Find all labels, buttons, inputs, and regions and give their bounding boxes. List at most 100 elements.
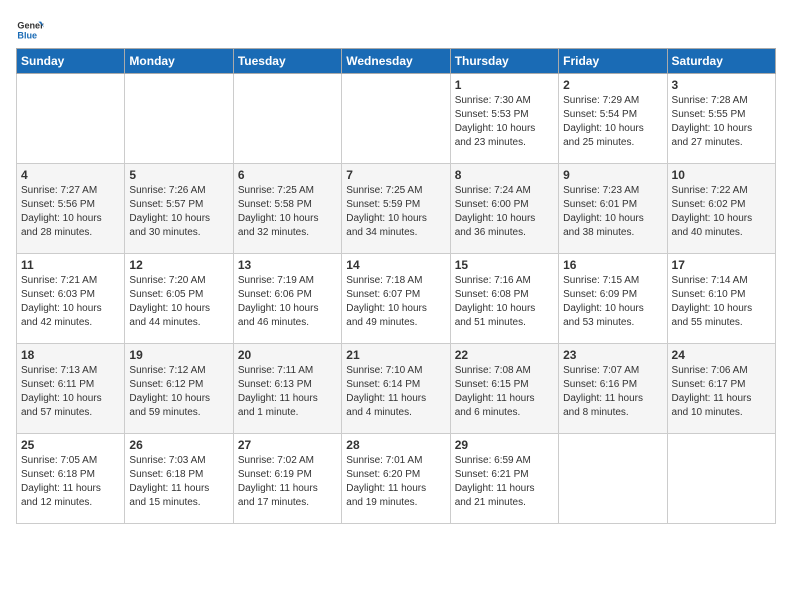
day-info: Sunrise: 7:02 AM Sunset: 6:19 PM Dayligh… xyxy=(238,454,337,510)
calendar-header-thursday: Thursday xyxy=(450,49,558,74)
calendar-week-0: 1 Sunrise: 7:30 AM Sunset: 5:53 PM Daylig… xyxy=(17,74,776,164)
day-info: Sunrise: 6:59 AM Sunset: 6:21 PM Dayligh… xyxy=(455,454,554,510)
day-number: 24 xyxy=(672,348,771,362)
day-number: 4 xyxy=(21,168,120,182)
calendar-cell-w4-d4: 29 Sunrise: 6:59 AM Sunset: 6:21 PM Dayli… xyxy=(450,434,558,524)
day-info: Sunrise: 7:05 AM Sunset: 6:18 PM Dayligh… xyxy=(21,454,120,510)
calendar-cell-w1-d5: 9Sunrise: 7:23 AM Sunset: 6:01 PM Daylig… xyxy=(559,164,667,254)
day-number: 20 xyxy=(238,348,337,362)
day-info: Sunrise: 7:14 AM Sunset: 6:10 PM Dayligh… xyxy=(672,274,771,330)
calendar-cell-w0-d4: 1 Sunrise: 7:30 AM Sunset: 5:53 PM Daylig… xyxy=(450,74,558,164)
calendar-cell-w2-d3: 14 Sunrise: 7:18 AM Sunset: 6:07 PM Dayli… xyxy=(342,254,450,344)
calendar-cell-w2-d4: 15 Sunrise: 7:16 AM Sunset: 6:08 PM Dayli… xyxy=(450,254,558,344)
calendar-week-4: 25 Sunrise: 7:05 AM Sunset: 6:18 PM Dayli… xyxy=(17,434,776,524)
calendar-cell-w4-d0: 25 Sunrise: 7:05 AM Sunset: 6:18 PM Dayli… xyxy=(17,434,125,524)
calendar-week-1: 4 Sunrise: 7:27 AM Sunset: 5:56 PM Daylig… xyxy=(17,164,776,254)
calendar-header-tuesday: Tuesday xyxy=(233,49,341,74)
day-number: 11 xyxy=(21,258,120,272)
calendar-cell-w3-d2: 20 Sunrise: 7:11 AM Sunset: 6:13 PM Dayli… xyxy=(233,344,341,434)
day-info: Sunrise: 7:08 AM Sunset: 6:15 PM Dayligh… xyxy=(455,364,554,420)
day-number: 17 xyxy=(672,258,771,272)
day-number: 1 xyxy=(455,78,554,92)
day-number: 26 xyxy=(129,438,228,452)
day-number: 15 xyxy=(455,258,554,272)
day-info: Sunrise: 7:30 AM Sunset: 5:53 PM Dayligh… xyxy=(455,94,554,150)
day-number: 13 xyxy=(238,258,337,272)
day-number: 8 xyxy=(455,168,554,182)
day-number: 21 xyxy=(346,348,445,362)
calendar-header-monday: Monday xyxy=(125,49,233,74)
calendar-header-friday: Friday xyxy=(559,49,667,74)
logo: General Blue xyxy=(16,16,48,44)
day-info: Sunrise: 7:27 AM Sunset: 5:56 PM Dayligh… xyxy=(21,184,120,240)
day-info: Sunrise: 7:25 AM Sunset: 5:59 PM Dayligh… xyxy=(346,184,445,240)
calendar-cell-w1-d2: 6 Sunrise: 7:25 AM Sunset: 5:58 PM Daylig… xyxy=(233,164,341,254)
day-info: Sunrise: 7:24 AM Sunset: 6:00 PM Dayligh… xyxy=(455,184,554,240)
day-number: 29 xyxy=(455,438,554,452)
day-number: 19 xyxy=(129,348,228,362)
calendar-cell-w0-d5: 2 Sunrise: 7:29 AM Sunset: 5:54 PM Daylig… xyxy=(559,74,667,164)
calendar-cell-w1-d1: 5 Sunrise: 7:26 AM Sunset: 5:57 PM Daylig… xyxy=(125,164,233,254)
day-info: Sunrise: 7:26 AM Sunset: 5:57 PM Dayligh… xyxy=(129,184,228,240)
day-number: 7 xyxy=(346,168,445,182)
day-number: 28 xyxy=(346,438,445,452)
day-number: 5 xyxy=(129,168,228,182)
calendar-week-3: 18Sunrise: 7:13 AM Sunset: 6:11 PM Dayli… xyxy=(17,344,776,434)
calendar-cell-w2-d6: 17 Sunrise: 7:14 AM Sunset: 6:10 PM Dayli… xyxy=(667,254,775,344)
day-info: Sunrise: 7:29 AM Sunset: 5:54 PM Dayligh… xyxy=(563,94,662,150)
calendar-header-wednesday: Wednesday xyxy=(342,49,450,74)
day-info: Sunrise: 7:12 AM Sunset: 6:12 PM Dayligh… xyxy=(129,364,228,420)
calendar-header-saturday: Saturday xyxy=(667,49,775,74)
day-number: 2 xyxy=(563,78,662,92)
calendar-cell-w4-d2: 27 Sunrise: 7:02 AM Sunset: 6:19 PM Dayli… xyxy=(233,434,341,524)
calendar-cell-w1-d4: 8 Sunrise: 7:24 AM Sunset: 6:00 PM Daylig… xyxy=(450,164,558,254)
calendar-cell-w2-d5: 16 Sunrise: 7:15 AM Sunset: 6:09 PM Dayli… xyxy=(559,254,667,344)
day-number: 25 xyxy=(21,438,120,452)
calendar-cell-w3-d4: 22 Sunrise: 7:08 AM Sunset: 6:15 PM Dayli… xyxy=(450,344,558,434)
day-info: Sunrise: 7:20 AM Sunset: 6:05 PM Dayligh… xyxy=(129,274,228,330)
day-info: Sunrise: 7:25 AM Sunset: 5:58 PM Dayligh… xyxy=(238,184,337,240)
day-number: 23 xyxy=(563,348,662,362)
day-info: Sunrise: 7:21 AM Sunset: 6:03 PM Dayligh… xyxy=(21,274,120,330)
calendar-header-row: SundayMondayTuesdayWednesdayThursdayFrid… xyxy=(17,49,776,74)
logo-icon: General Blue xyxy=(16,16,44,44)
day-info: Sunrise: 7:15 AM Sunset: 6:09 PM Dayligh… xyxy=(563,274,662,330)
calendar-cell-w1-d6: 10Sunrise: 7:22 AM Sunset: 6:02 PM Dayli… xyxy=(667,164,775,254)
svg-text:Blue: Blue xyxy=(17,30,37,40)
calendar: SundayMondayTuesdayWednesdayThursdayFrid… xyxy=(16,48,776,524)
calendar-cell-w2-d1: 12 Sunrise: 7:20 AM Sunset: 6:05 PM Dayli… xyxy=(125,254,233,344)
calendar-cell-w3-d1: 19 Sunrise: 7:12 AM Sunset: 6:12 PM Dayli… xyxy=(125,344,233,434)
day-info: Sunrise: 7:22 AM Sunset: 6:02 PM Dayligh… xyxy=(672,184,771,240)
day-number: 16 xyxy=(563,258,662,272)
calendar-body: 1 Sunrise: 7:30 AM Sunset: 5:53 PM Daylig… xyxy=(17,74,776,524)
day-info: Sunrise: 7:18 AM Sunset: 6:07 PM Dayligh… xyxy=(346,274,445,330)
calendar-cell-w2-d0: 11 Sunrise: 7:21 AM Sunset: 6:03 PM Dayli… xyxy=(17,254,125,344)
calendar-cell-w0-d1 xyxy=(125,74,233,164)
calendar-cell-w1-d0: 4 Sunrise: 7:27 AM Sunset: 5:56 PM Daylig… xyxy=(17,164,125,254)
calendar-cell-w1-d3: 7 Sunrise: 7:25 AM Sunset: 5:59 PM Daylig… xyxy=(342,164,450,254)
calendar-cell-w0-d2 xyxy=(233,74,341,164)
calendar-cell-w4-d5 xyxy=(559,434,667,524)
calendar-cell-w3-d6: 24 Sunrise: 7:06 AM Sunset: 6:17 PM Dayli… xyxy=(667,344,775,434)
calendar-cell-w3-d0: 18Sunrise: 7:13 AM Sunset: 6:11 PM Dayli… xyxy=(17,344,125,434)
calendar-header-sunday: Sunday xyxy=(17,49,125,74)
day-info: Sunrise: 7:13 AM Sunset: 6:11 PM Dayligh… xyxy=(21,364,120,420)
day-info: Sunrise: 7:10 AM Sunset: 6:14 PM Dayligh… xyxy=(346,364,445,420)
day-info: Sunrise: 7:06 AM Sunset: 6:17 PM Dayligh… xyxy=(672,364,771,420)
day-number: 27 xyxy=(238,438,337,452)
calendar-cell-w3-d3: 21 Sunrise: 7:10 AM Sunset: 6:14 PM Dayli… xyxy=(342,344,450,434)
day-info: Sunrise: 7:11 AM Sunset: 6:13 PM Dayligh… xyxy=(238,364,337,420)
day-info: Sunrise: 7:07 AM Sunset: 6:16 PM Dayligh… xyxy=(563,364,662,420)
calendar-cell-w4-d6 xyxy=(667,434,775,524)
calendar-cell-w0-d0 xyxy=(17,74,125,164)
day-number: 6 xyxy=(238,168,337,182)
day-number: 14 xyxy=(346,258,445,272)
calendar-cell-w3-d5: 23 Sunrise: 7:07 AM Sunset: 6:16 PM Dayli… xyxy=(559,344,667,434)
day-info: Sunrise: 7:16 AM Sunset: 6:08 PM Dayligh… xyxy=(455,274,554,330)
calendar-cell-w4-d3: 28Sunrise: 7:01 AM Sunset: 6:20 PM Dayli… xyxy=(342,434,450,524)
calendar-week-2: 11 Sunrise: 7:21 AM Sunset: 6:03 PM Dayli… xyxy=(17,254,776,344)
day-number: 22 xyxy=(455,348,554,362)
day-info: Sunrise: 7:23 AM Sunset: 6:01 PM Dayligh… xyxy=(563,184,662,240)
day-number: 12 xyxy=(129,258,228,272)
day-info: Sunrise: 7:03 AM Sunset: 6:18 PM Dayligh… xyxy=(129,454,228,510)
